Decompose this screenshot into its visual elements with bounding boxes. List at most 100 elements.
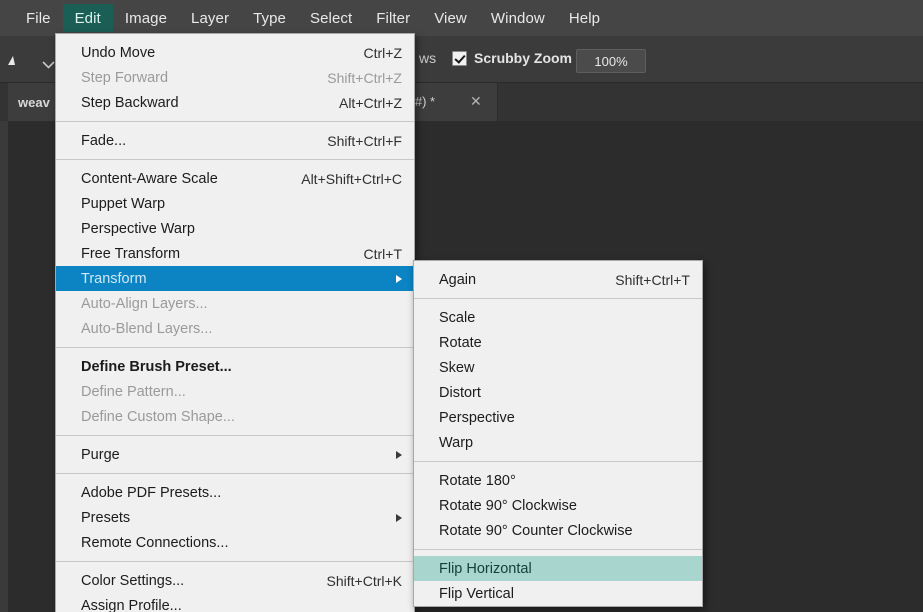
menu-item-label: Define Pattern... <box>81 383 186 400</box>
menu-item-label: Presets <box>81 509 131 526</box>
menu-item-label: Define Brush Preset... <box>81 358 232 375</box>
menubar-item-label: Edit <box>74 9 101 27</box>
menu-item-label: Remote Connections... <box>81 534 229 551</box>
menu-item-define-pattern: Define Pattern... <box>56 379 414 404</box>
edit-menu-panel[interactable]: Undo Move Ctrl+Z Step Forward Shift+Ctrl+Z S… <box>55 33 415 612</box>
chevron-down-icon[interactable] <box>42 56 55 69</box>
menu-item-label: Transform <box>81 270 147 287</box>
menu-item-shortcut: Shift+Ctrl+Z <box>327 69 402 86</box>
menu-item-label: Rotate <box>439 334 482 351</box>
menu-item-step-backward[interactable]: Step Backward Alt+Ctrl+Z <box>56 90 414 115</box>
menu-item-label: Again <box>439 271 477 288</box>
menubar-item-label: File <box>26 9 51 27</box>
menu-item-skew[interactable]: Skew <box>414 355 702 380</box>
menu-item-flip-vertical[interactable]: Flip Vertical <box>414 581 702 606</box>
menu-bar: File Edit Image Layer Type Select Filter View Wi… <box>0 0 923 36</box>
menu-item-color-settings[interactable]: Color Settings... Shift+Ctrl+K <box>56 568 414 593</box>
menu-item-label: Perspective <box>439 409 515 426</box>
menu-item-step-forward: Step Forward Shift+Ctrl+Z <box>56 65 414 90</box>
menu-item-label: Purge <box>81 446 120 463</box>
menu-separator <box>414 298 702 299</box>
submenu-arrow-icon <box>396 274 402 283</box>
menu-item-rotate[interactable]: Rotate <box>414 330 702 355</box>
menu-item-label: Content-Aware Scale <box>81 170 218 187</box>
menubar-item-edit[interactable]: Edit <box>62 4 113 32</box>
menu-item-label: Perspective Warp <box>81 220 195 237</box>
close-icon[interactable]: ✕ <box>470 94 482 108</box>
menu-item-label: Auto-Align Layers... <box>81 295 208 312</box>
menu-item-assign-profile[interactable]: Assign Profile... <box>56 593 414 612</box>
menu-item-label: Adobe PDF Presets... <box>81 484 222 501</box>
menubar-item-label: Window <box>490 9 545 27</box>
menubar-item-label: Image <box>124 9 168 27</box>
menu-item-label: Auto-Blend Layers... <box>81 320 213 337</box>
menubar-item-window[interactable]: Window <box>479 4 557 32</box>
menu-item-label: Undo Move <box>81 44 156 61</box>
menu-item-label: Scale <box>439 309 476 326</box>
menubar-item-layer[interactable]: Layer <box>179 4 241 32</box>
menu-item-distort[interactable]: Distort <box>414 380 702 405</box>
menu-separator <box>414 549 702 550</box>
menu-item-adobe-pdf-presets[interactable]: Adobe PDF Presets... <box>56 480 414 505</box>
menu-item-shortcut: Alt+Shift+Ctrl+C <box>301 170 402 187</box>
menu-item-define-brush-preset[interactable]: Define Brush Preset... <box>56 354 414 379</box>
menu-separator <box>56 347 414 348</box>
menu-item-label: Skew <box>439 359 475 376</box>
menu-item-rotate-90-clockwise[interactable]: Rotate 90° Clockwise <box>414 493 702 518</box>
menubar-item-label: Select <box>309 9 353 27</box>
menu-item-define-custom-shape: Define Custom Shape... <box>56 404 414 429</box>
menu-item-label: Puppet Warp <box>81 195 166 212</box>
menubar-item-label: Help <box>568 9 601 27</box>
menu-item-puppet-warp[interactable]: Puppet Warp <box>56 191 414 216</box>
menu-item-perspective-warp[interactable]: Perspective Warp <box>56 216 414 241</box>
menubar-item-view[interactable]: View <box>422 4 479 32</box>
scrubby-zoom-label: Scrubby Zoom <box>474 50 573 66</box>
menu-separator <box>56 435 414 436</box>
menu-item-free-transform[interactable]: Free Transform Ctrl+T <box>56 241 414 266</box>
menubar-item-filter[interactable]: Filter <box>364 4 422 32</box>
menu-item-content-aware-scale[interactable]: Content-Aware Scale Alt+Shift+Ctrl+C <box>56 166 414 191</box>
menu-item-label: Assign Profile... <box>81 597 182 612</box>
menu-item-perspective[interactable]: Perspective <box>414 405 702 430</box>
menu-item-rotate-90-counter-clockwise[interactable]: Rotate 90° Counter Clockwise <box>414 518 702 543</box>
menu-item-remote-connections[interactable]: Remote Connections... <box>56 530 414 555</box>
zoom-tool-icon[interactable] <box>6 53 20 67</box>
menu-item-shortcut: Shift+Ctrl+K <box>326 572 402 589</box>
menu-item-shortcut: Alt+Ctrl+Z <box>338 94 402 111</box>
menu-item-presets[interactable]: Presets <box>56 505 414 530</box>
menu-item-scale[interactable]: Scale <box>414 305 702 330</box>
transform-submenu-panel[interactable]: Again Shift+Ctrl+T Scale Rotate Skew Distort P… <box>413 260 703 607</box>
zoom-level-field[interactable]: 100% <box>576 49 646 73</box>
menu-item-shortcut: Shift+Ctrl+T <box>615 271 690 288</box>
menubar-item-type[interactable]: Type <box>241 4 298 32</box>
menu-separator <box>414 461 702 462</box>
menu-item-purge[interactable]: Purge <box>56 442 414 467</box>
menu-item-shortcut: Ctrl+T <box>363 245 403 262</box>
menu-item-label: Color Settings... <box>81 572 185 589</box>
menu-item-label: Free Transform <box>81 245 181 262</box>
scrubby-zoom-option[interactable]: Scrubby Zoom <box>452 50 572 66</box>
menu-item-warp[interactable]: Warp <box>414 430 702 455</box>
scrubby-zoom-checkbox[interactable] <box>452 50 467 66</box>
menu-item-flip-horizontal[interactable]: Flip Horizontal <box>414 556 702 581</box>
menu-item-again[interactable]: Again Shift+Ctrl+T <box>414 267 702 292</box>
menubar-item-select[interactable]: Select <box>298 4 364 32</box>
submenu-arrow-icon <box>396 450 402 459</box>
resize-windows-label: ws <box>419 50 437 66</box>
menubar-item-label: Filter <box>376 9 411 27</box>
menubar-item-help[interactable]: Help <box>557 4 612 32</box>
menu-item-fade[interactable]: Fade... Shift+Ctrl+F <box>56 128 414 153</box>
menubar-item-image[interactable]: Image <box>113 4 179 32</box>
menu-item-auto-align-layers: Auto-Align Layers... <box>56 291 414 316</box>
menu-item-label: Define Custom Shape... <box>81 408 235 425</box>
menu-item-rotate-180[interactable]: Rotate 180° <box>414 468 702 493</box>
menu-item-label: Step Backward <box>81 94 179 111</box>
menu-item-auto-blend-layers: Auto-Blend Layers... <box>56 316 414 341</box>
menubar-item-label: Layer <box>191 9 230 27</box>
menu-item-undo-move[interactable]: Undo Move Ctrl+Z <box>56 40 414 65</box>
menubar-item-file[interactable]: File <box>14 4 63 32</box>
menu-item-transform[interactable]: Transform <box>56 266 414 291</box>
menu-item-label: Rotate 90° Counter Clockwise <box>439 522 633 539</box>
menu-item-label: Flip Vertical <box>439 585 514 602</box>
canvas-left-strip <box>0 121 8 612</box>
